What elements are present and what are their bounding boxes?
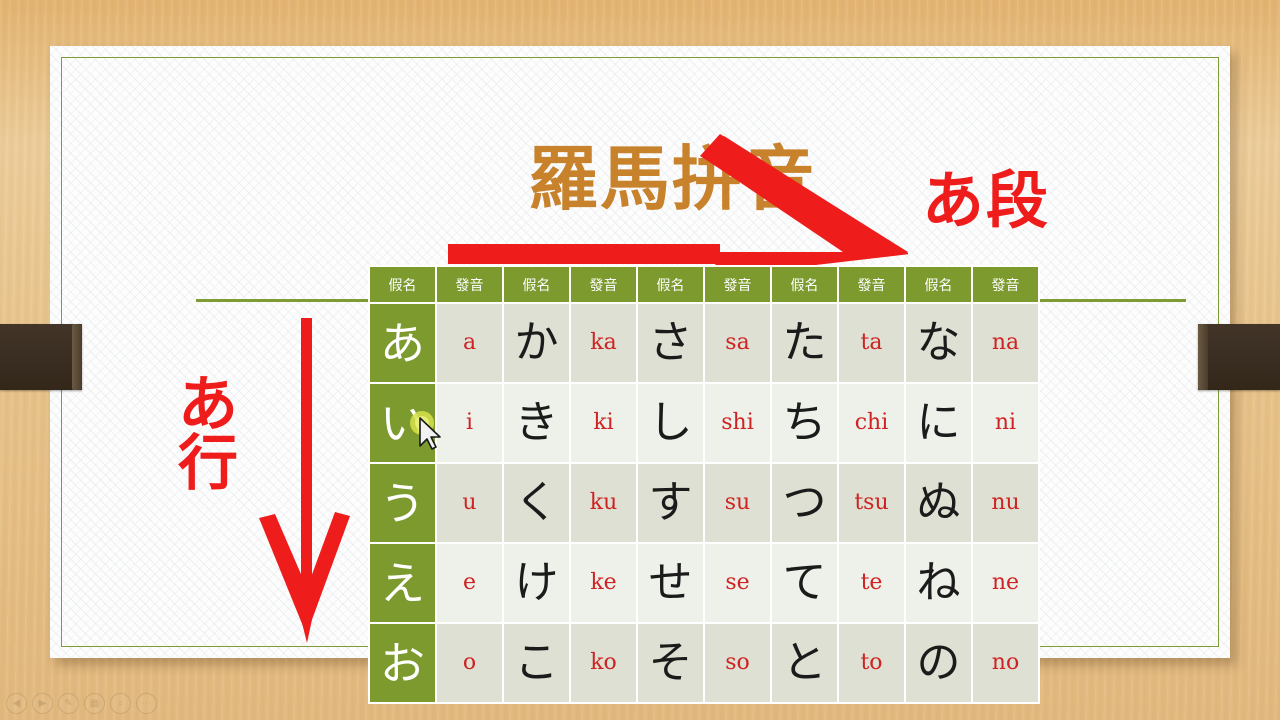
romaji-cell: tsu [839,464,904,542]
romaji-cell: shi [705,384,770,462]
kana-cell: の [906,624,971,702]
previous-slide-icon[interactable]: ◀ [6,693,27,714]
template-bar-left [0,324,82,390]
template-bar-right-cap [1198,324,1208,390]
romaji-cell: so [705,624,770,702]
table-row: い i き ki し shi ち chi に ni [370,384,1038,462]
romaji-cell: to [839,624,904,702]
table-row: う u く ku す su つ tsu ぬ nu [370,464,1038,542]
column-label-adan: あ段 [922,164,1051,237]
slides-grid-icon[interactable]: ▦ [84,693,105,714]
column-header: 發音 [839,267,904,302]
column-header: 發音 [705,267,770,302]
romaji-cell: su [705,464,770,542]
column-header: 假名 [638,267,703,302]
romaji-cell: sa [705,304,770,382]
romaji-cell: se [705,544,770,622]
romaji-cell: ke [571,544,636,622]
kana-cell: つ [772,464,837,542]
romaji-cell: na [973,304,1038,382]
column-header: 發音 [437,267,502,302]
column-header: 假名 [370,267,435,302]
table-row: お o こ ko そ so と to の no [370,624,1038,702]
kana-cell: す [638,464,703,542]
presentation-slide: 羅馬拼音 あ段 あ 行 假名 發音 假名 發音 假名 發音 假名 發音 假名 發… [50,46,1230,704]
kana-cell: と [772,624,837,702]
romaji-cell: no [973,624,1038,702]
kana-cell: な [906,304,971,382]
kana-cell: お [370,624,435,702]
more-options-icon[interactable]: ⋯ [136,693,157,714]
table-row: あ a か ka さ sa た ta な na [370,304,1038,382]
kana-cell: そ [638,624,703,702]
romaji-cell: e [437,544,502,622]
column-header: 假名 [772,267,837,302]
table-row: え e け ke せ se て te ね ne [370,544,1038,622]
kana-cell: し [638,384,703,462]
romaji-cell: ko [571,624,636,702]
kana-cell: に [906,384,971,462]
kana-cell: ね [906,544,971,622]
kana-cell: さ [638,304,703,382]
column-header: 假名 [504,267,569,302]
table-header-row: 假名 發音 假名 發音 假名 發音 假名 發音 假名 發音 [370,267,1038,302]
mouse-cursor [410,411,441,450]
kana-cell: た [772,304,837,382]
kana-cell: け [504,544,569,622]
kana-cell: え [370,544,435,622]
right-arrow-annotation [448,134,908,274]
column-header: 發音 [973,267,1038,302]
romaji-cell: u [437,464,502,542]
row-label-agyou: あ 行 [178,370,238,499]
pen-icon[interactable]: ✎ [58,693,79,714]
romaji-cell: ta [839,304,904,382]
kana-cell: き [504,384,569,462]
kana-cell: て [772,544,837,622]
romaji-cell: nu [973,464,1038,542]
column-header: 假名 [906,267,971,302]
kana-cell: く [504,464,569,542]
down-arrow-annotation [259,318,350,643]
romaji-cell: ku [571,464,636,542]
romaji-cell: ni [973,384,1038,462]
romaji-cell: te [839,544,904,622]
kana-cell: ぬ [906,464,971,542]
template-bar-right [1198,324,1280,390]
template-bar-left-cap [72,324,82,390]
kana-cell: あ [370,304,435,382]
romaji-cell: o [437,624,502,702]
kana-cell: ち [772,384,837,462]
row-label-agyou-char2: 行 [178,428,238,499]
kana-cell: か [504,304,569,382]
romaji-cell: ka [571,304,636,382]
kana-table: 假名 發音 假名 發音 假名 發音 假名 發音 假名 發音 あ a か ka さ… [368,265,1040,704]
romaji-cell: ki [571,384,636,462]
next-slide-icon[interactable]: ▶ [32,693,53,714]
kana-cell: せ [638,544,703,622]
romaji-cell: chi [839,384,904,462]
romaji-cell: ne [973,544,1038,622]
romaji-cell: a [437,304,502,382]
zoom-icon[interactable]: ⌕ [110,693,131,714]
presentation-controls[interactable]: ◀ ▶ ✎ ▦ ⌕ ⋯ [6,693,157,714]
kana-cell: う [370,464,435,542]
row-label-agyou-char1: あ [178,370,238,440]
kana-cell: こ [504,624,569,702]
column-header: 發音 [571,267,636,302]
